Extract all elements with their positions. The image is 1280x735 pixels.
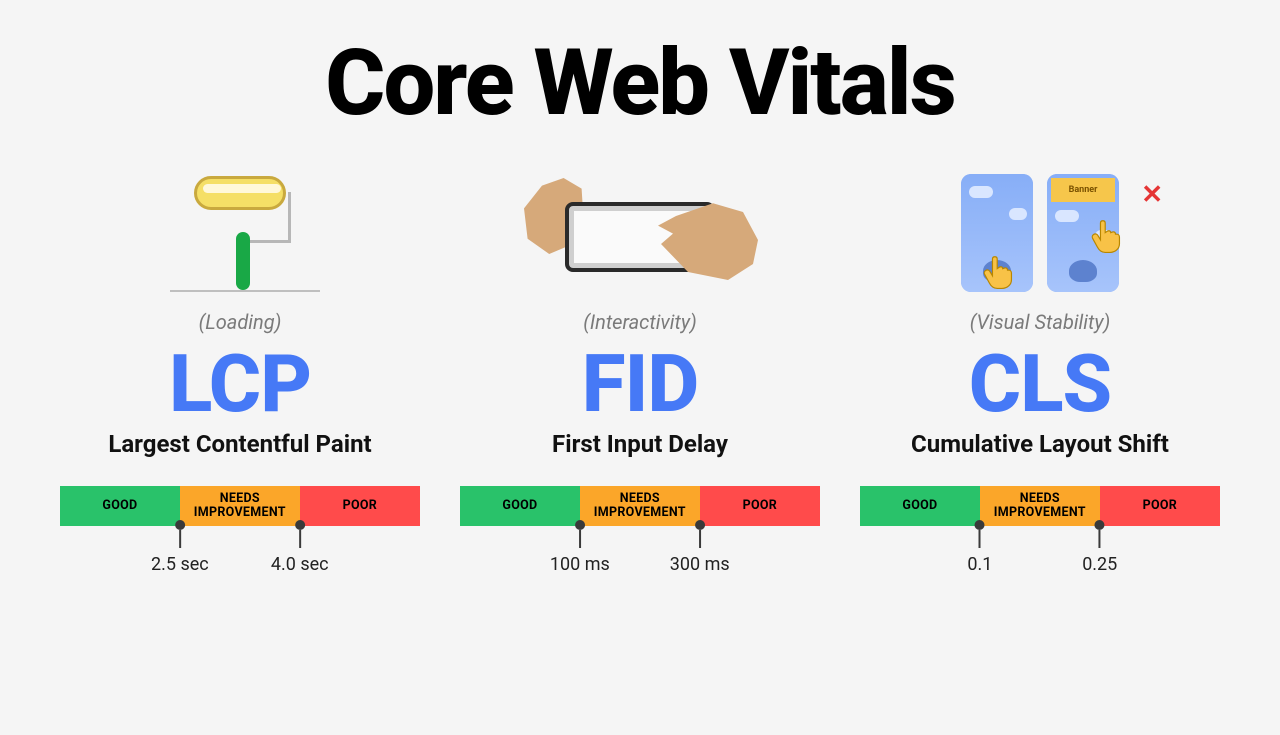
threshold-tick-good: 100 ms — [550, 520, 610, 575]
metric-acronym: LCP — [169, 344, 311, 424]
metric-card-lcp: (Loading) LCP Largest Contentful Paint G… — [60, 162, 420, 581]
threshold-bar: GOOD NEEDSIMPROVEMENT POOR — [460, 486, 820, 526]
threshold-value: 0.25 — [1082, 554, 1117, 575]
threshold-tick-good: 2.5 sec — [151, 520, 209, 575]
banner-label: Banner — [1051, 178, 1115, 202]
metric-card-fid: (Interactivity) FID First Input Delay GO… — [460, 162, 820, 581]
threshold-value: 300 ms — [670, 554, 730, 575]
cls-illustration: Banner ✕ — [860, 162, 1220, 292]
threshold-value: 100 ms — [550, 554, 610, 575]
threshold-tick-poor: 0.25 — [1082, 520, 1117, 575]
metric-card-cls: Banner ✕ (Visual Stability) CLS Cumulati… — [860, 162, 1220, 581]
threshold-tick-poor: 4.0 sec — [271, 520, 329, 575]
lcp-illustration — [60, 162, 420, 292]
threshold-value: 2.5 sec — [151, 554, 209, 575]
metric-category: (Interactivity) — [583, 310, 697, 334]
metric-acronym: CLS — [969, 344, 1111, 424]
metric-fullname: First Input Delay — [552, 430, 728, 458]
paint-roller-icon — [180, 172, 300, 292]
layout-shift-icon: Banner ✕ — [935, 172, 1145, 292]
metric-acronym: FID — [582, 344, 699, 424]
threshold-value: 0.1 — [967, 554, 992, 575]
metric-category: (Visual Stability) — [970, 310, 1111, 334]
segment-good: GOOD — [860, 486, 980, 526]
page-title: Core Web Vitals — [60, 30, 1220, 137]
threshold-value: 4.0 sec — [271, 554, 329, 575]
metrics-row: (Loading) LCP Largest Contentful Paint G… — [60, 162, 1220, 581]
threshold-bar: GOOD NEEDSIMPROVEMENT POOR — [60, 486, 420, 526]
metric-category: (Loading) — [199, 310, 282, 334]
phone-tap-icon — [530, 172, 750, 292]
metric-fullname: Largest Contentful Paint — [108, 430, 371, 458]
metric-fullname: Cumulative Layout Shift — [911, 430, 1169, 458]
fid-illustration — [460, 162, 820, 292]
threshold-tick-poor: 300 ms — [670, 520, 730, 575]
threshold-bar: GOOD NEEDSIMPROVEMENT POOR — [860, 486, 1220, 526]
threshold-tick-good: 0.1 — [967, 520, 992, 575]
segment-poor: POOR — [1100, 486, 1220, 526]
close-icon: ✕ — [1141, 180, 1163, 210]
